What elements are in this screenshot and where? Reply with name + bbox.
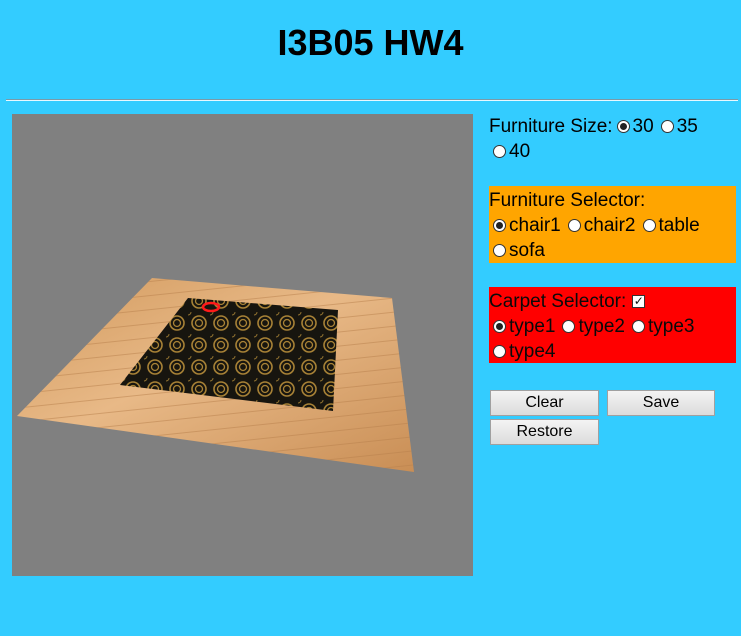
furniture-size-label: Furniture Size: — [489, 116, 613, 137]
scene-canvas[interactable] — [12, 114, 473, 576]
size-option-40[interactable]: 40 — [489, 139, 530, 164]
furniture-option-sofa[interactable]: sofa — [489, 238, 545, 263]
type4-radio[interactable] — [493, 345, 506, 358]
clear-button[interactable]: Clear — [490, 390, 599, 416]
size-40-radio[interactable] — [493, 145, 506, 158]
size-30-radio[interactable] — [616, 120, 630, 133]
table-radio[interactable] — [642, 219, 656, 232]
furniture-option-table[interactable]: table — [639, 213, 700, 238]
carpet-enable-checkbox[interactable]: ✓ — [632, 295, 646, 308]
size-35-radio[interactable] — [660, 120, 674, 133]
page-title: I3B05 HW4 — [277, 22, 464, 63]
type1-radio[interactable] — [493, 320, 506, 333]
type3-radio[interactable] — [631, 320, 645, 333]
furniture-selector-label: Furniture Selector: — [489, 190, 646, 211]
carpet-option-type1[interactable]: type1 — [489, 314, 555, 339]
carpet-option-type3[interactable]: type3 — [628, 314, 694, 339]
type2-radio[interactable] — [562, 320, 576, 333]
header-divider — [6, 99, 738, 101]
furniture-option-chair1[interactable]: chair1 — [489, 213, 561, 238]
furniture-option-chair2[interactable]: chair2 — [564, 213, 636, 238]
chair2-radio[interactable] — [567, 219, 581, 232]
chair1-radio[interactable] — [493, 219, 506, 232]
sofa-radio[interactable] — [493, 244, 506, 257]
save-button[interactable]: Save — [607, 390, 715, 416]
furniture-selector-panel: Furniture Selector: chair1 chair2 table … — [489, 186, 736, 263]
restore-button[interactable]: Restore — [490, 419, 599, 445]
carpet-option-type4[interactable]: type4 — [489, 339, 555, 364]
3d-viewport[interactable] — [12, 114, 473, 576]
furniture-size-panel: Furniture Size: 30 35 40 — [489, 114, 736, 164]
carpet-option-type2[interactable]: type2 — [558, 314, 625, 339]
carpet-selector-panel: Carpet Selector: ✓ type1 type2 type3 typ… — [489, 287, 736, 363]
size-option-35[interactable]: 35 — [657, 114, 698, 139]
carpet-selector-label: Carpet Selector: — [489, 291, 627, 312]
size-option-30[interactable]: 30 — [613, 114, 654, 139]
